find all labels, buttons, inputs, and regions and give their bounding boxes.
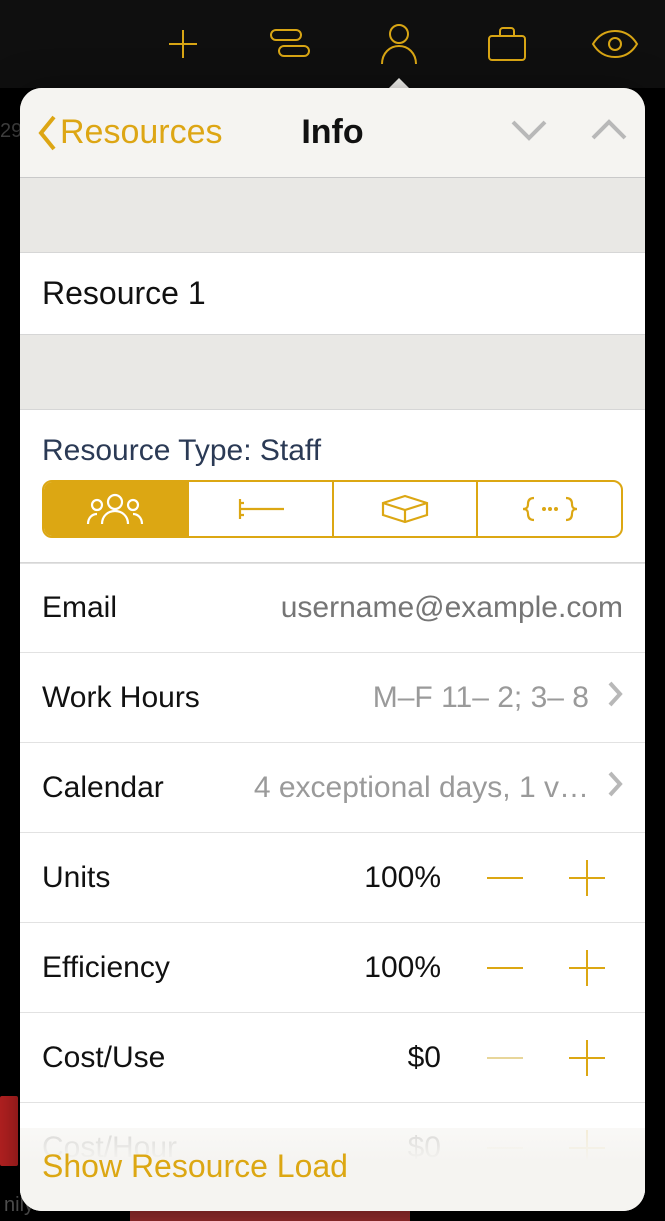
toolbar-view[interactable] — [585, 14, 645, 74]
chevron-left-icon — [36, 114, 58, 152]
calendar-label: Calendar — [42, 771, 164, 805]
toolbar-resources[interactable] — [369, 14, 429, 74]
cost-use-decrement[interactable] — [469, 1028, 541, 1088]
minus-icon — [485, 876, 525, 880]
inspector-navbar: Resources Info — [20, 88, 645, 178]
segment-material[interactable] — [334, 482, 479, 536]
efficiency-decrement[interactable] — [469, 938, 541, 998]
segment-group[interactable] — [478, 482, 621, 536]
back-button[interactable]: Resources — [36, 113, 223, 152]
units-row: Units 100% — [20, 833, 645, 923]
units-stepper — [469, 848, 623, 908]
plus-icon — [163, 24, 203, 64]
inspector-popover: Resources Info Resource 1 Resource Type:… — [20, 88, 645, 1211]
work-hours-value: M–F 11– 2; 3– 8 — [200, 681, 597, 715]
chevron-right-icon — [607, 680, 623, 716]
cost-use-label: Cost/Use — [42, 1041, 165, 1075]
briefcase-icon — [485, 24, 529, 64]
inspector-content: Resource 1 Resource Type: Staff — [20, 178, 645, 1211]
units-increment[interactable] — [551, 848, 623, 908]
next-resource-button[interactable] — [589, 117, 629, 148]
ruler-icon — [232, 495, 288, 523]
work-hours-label: Work Hours — [42, 681, 200, 715]
toolbar-list[interactable] — [261, 14, 321, 74]
chevron-up-icon — [589, 117, 629, 143]
show-resource-load-label: Show Resource Load — [42, 1148, 348, 1184]
efficiency-row: Efficiency 100% — [20, 923, 645, 1013]
background-text: 29 — [0, 120, 22, 143]
toolbar-projects[interactable] — [477, 14, 537, 74]
calendar-row[interactable]: Calendar 4 exceptional days, 1 v… — [20, 743, 645, 833]
resource-name-row[interactable]: Resource 1 — [20, 252, 645, 335]
cost-use-row: Cost/Use $0 — [20, 1013, 645, 1103]
app-toolbar — [0, 0, 665, 88]
email-row[interactable]: Email — [20, 563, 645, 653]
eye-icon — [591, 29, 639, 59]
units-value: 100% — [110, 861, 449, 895]
efficiency-increment[interactable] — [551, 938, 623, 998]
braces-icon — [520, 494, 580, 524]
chevron-down-icon — [509, 117, 549, 143]
resource-type-label: Resource Type: Staff — [20, 409, 645, 480]
segment-staff[interactable] — [44, 482, 189, 536]
email-label: Email — [42, 591, 117, 625]
background-red-bar — [0, 1096, 18, 1166]
resource-name: Resource 1 — [42, 275, 206, 311]
plus-icon — [567, 1038, 607, 1078]
minus-icon — [485, 966, 525, 970]
toolbar-add[interactable] — [153, 14, 213, 74]
plus-icon — [567, 858, 607, 898]
back-label: Resources — [60, 113, 223, 152]
segment-equipment[interactable] — [189, 482, 334, 536]
list-icon — [269, 28, 313, 60]
plus-icon — [567, 948, 607, 988]
box-icon — [379, 493, 431, 525]
email-input[interactable] — [117, 591, 623, 625]
calendar-value: 4 exceptional days, 1 v… — [164, 771, 597, 805]
prev-resource-button[interactable] — [509, 117, 549, 148]
units-label: Units — [42, 861, 110, 895]
work-hours-row[interactable]: Work Hours M–F 11– 2; 3– 8 — [20, 653, 645, 743]
resource-type-segmented — [42, 480, 623, 538]
efficiency-label: Efficiency — [42, 951, 170, 985]
person-icon — [378, 22, 420, 66]
show-resource-load-button[interactable]: Show Resource Load — [20, 1128, 645, 1211]
cost-use-increment[interactable] — [551, 1028, 623, 1088]
efficiency-value: 100% — [170, 951, 449, 985]
cost-use-stepper — [469, 1028, 623, 1088]
efficiency-stepper — [469, 938, 623, 998]
cost-use-value: $0 — [165, 1041, 449, 1075]
units-decrement[interactable] — [469, 848, 541, 908]
people-icon — [85, 492, 145, 526]
chevron-right-icon — [607, 770, 623, 806]
minus-icon — [485, 1056, 525, 1060]
